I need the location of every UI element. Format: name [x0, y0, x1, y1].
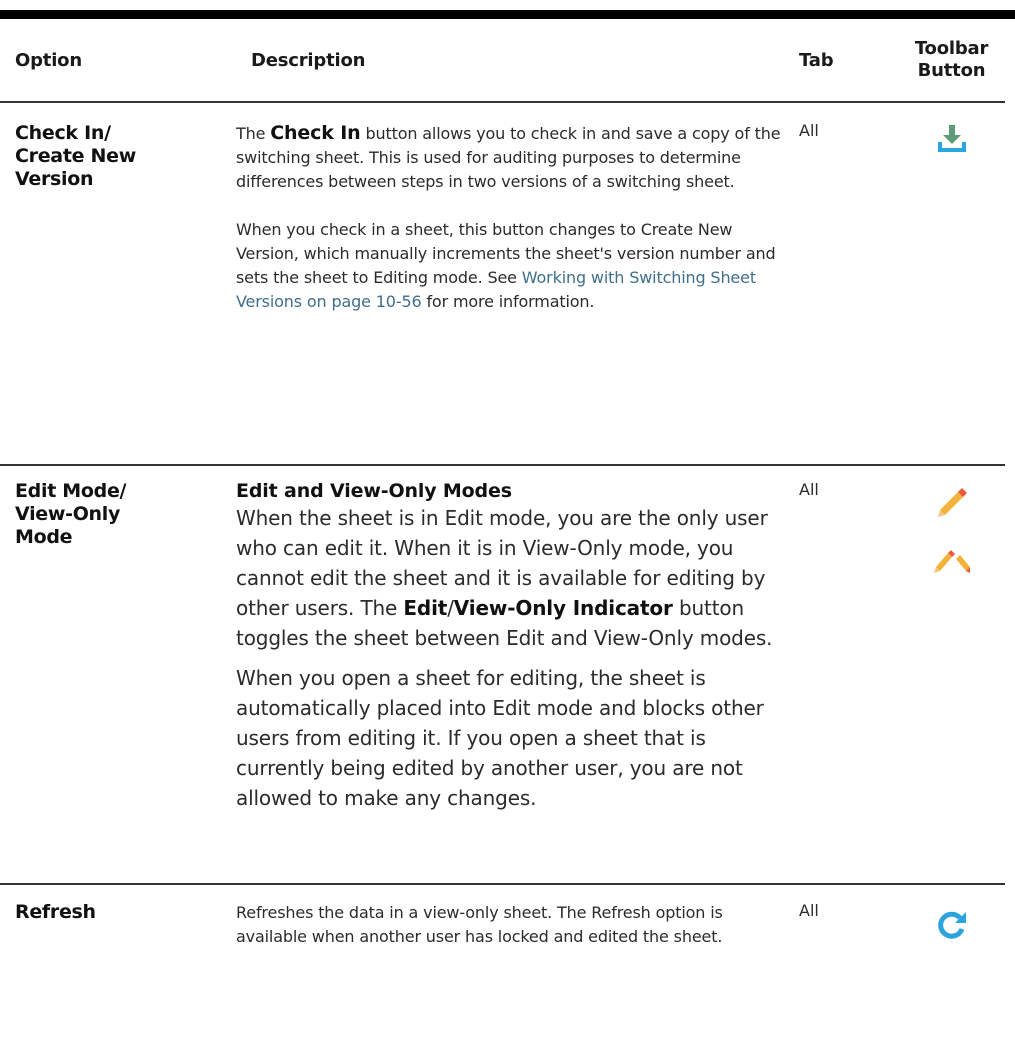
header-toolbar-button: Toolbar Button — [898, 19, 1005, 103]
tab-cell: All — [799, 480, 819, 499]
description-refresh: Refreshes the data in a view-only sheet.… — [236, 903, 723, 946]
refresh-icon — [936, 909, 968, 941]
view-only-pencil-icon — [932, 545, 972, 575]
table-row: Edit Mode/ View-Only Mode Edit and View-… — [0, 465, 1005, 884]
page: Option Description Tab Toolbar Button Ch… — [0, 0, 1015, 1038]
options-table: Option Description Tab Toolbar Button Ch… — [0, 19, 1005, 1014]
desc-paragraph: When you open a sheet for editing, the s… — [236, 666, 764, 810]
toolbar-cell — [898, 102, 1005, 465]
option-edit-mode: Edit Mode/ View-Only Mode — [0, 465, 236, 884]
desc-bold-edit: Edit — [403, 596, 448, 620]
option-check-in: Check In/ Create New Version — [0, 102, 236, 465]
option-line: Refresh — [15, 901, 96, 923]
top-rule — [0, 10, 1015, 19]
desc-paragraph: When you check in a sheet, this button c… — [236, 218, 784, 314]
desc-bold-check-in: Check In — [270, 122, 361, 144]
description-check-in: The Check In button allows you to check … — [236, 102, 784, 465]
option-refresh: Refresh — [0, 884, 236, 1014]
toolbar-cell — [898, 465, 1005, 884]
desc-paragraph: The Check In button allows you to check … — [236, 121, 784, 194]
header-option: Option — [0, 19, 236, 103]
tab-cell: All — [799, 121, 819, 140]
table-row: Refresh Refreshes the data in a view-onl… — [0, 884, 1005, 1014]
desc-text: The — [236, 124, 271, 143]
desc-text: for more information. — [421, 292, 595, 311]
tab-cell: All — [799, 901, 819, 920]
desc-bold-view-only-indicator: View-Only Indicator — [453, 596, 673, 620]
desc-text: / — [447, 596, 454, 620]
option-line: Mode — [15, 526, 73, 548]
header-description: Description — [236, 19, 784, 103]
option-line: Edit Mode/ — [15, 480, 127, 502]
toolbar-cell — [898, 884, 1005, 1014]
table-row: Check In/ Create New Version The Check I… — [0, 102, 1005, 465]
header-toolbar-line1: Toolbar — [914, 38, 989, 59]
desc-section-title: Edit and View-Only Modes — [236, 480, 512, 502]
option-line: Create New — [15, 145, 136, 167]
option-line: Check In/ — [15, 122, 111, 144]
table-header-row: Option Description Tab Toolbar Button — [0, 19, 1005, 103]
edit-pencil-icon — [935, 486, 969, 520]
option-line: View-Only — [15, 503, 121, 525]
description-edit-mode: Edit and View-Only Modes When the sheet … — [236, 465, 784, 884]
header-tab: Tab — [784, 19, 898, 103]
option-line: Version — [15, 168, 94, 190]
header-toolbar-line2: Button — [917, 60, 986, 81]
check-in-download-icon — [937, 123, 967, 153]
desc-paragraph: When the sheet is in Edit mode, you are … — [236, 503, 784, 653]
